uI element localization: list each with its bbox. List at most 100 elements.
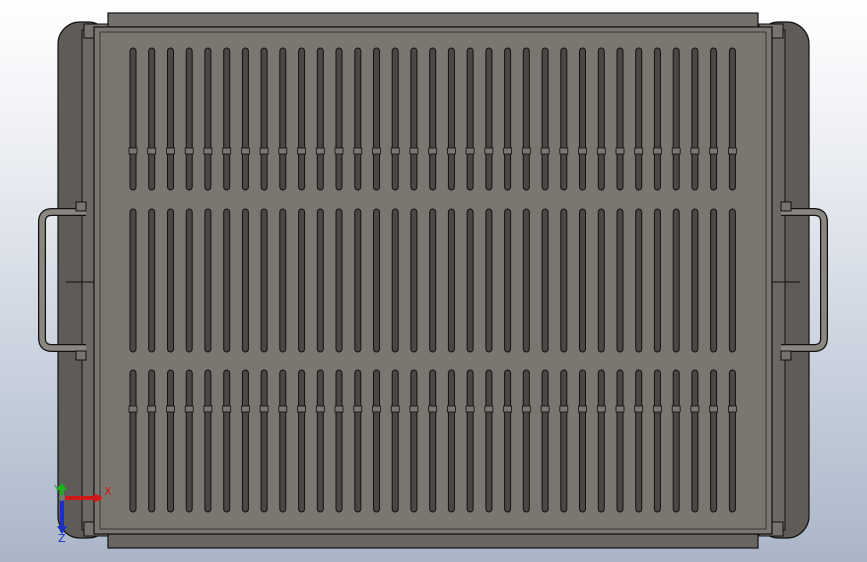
slot-seam (728, 405, 737, 413)
slot-seam (166, 405, 175, 413)
tray-bottom-rim (107, 533, 759, 549)
slot (429, 369, 437, 513)
slot (185, 369, 193, 513)
slot (429, 47, 437, 191)
slot-seam (521, 147, 531, 155)
slot (260, 47, 268, 191)
slot-seam (428, 147, 438, 155)
slot (185, 47, 193, 191)
slot-seam (446, 147, 456, 155)
slot-seam (596, 147, 606, 155)
slot-seam (465, 147, 475, 155)
slot-seam (653, 147, 662, 155)
slot (129, 208, 137, 353)
slot (335, 369, 343, 513)
slot (204, 47, 212, 191)
slot-seam (428, 405, 438, 413)
slot-seam (578, 405, 587, 413)
slot (410, 208, 418, 353)
slot-seam (147, 147, 157, 155)
slot (167, 208, 174, 353)
slot-seam (709, 147, 718, 155)
slot (504, 208, 512, 353)
slot (522, 369, 530, 513)
slot (504, 47, 512, 191)
slot-seam (521, 405, 531, 413)
slot (728, 208, 736, 353)
y-axis-label: Y (54, 483, 61, 496)
slot (466, 369, 474, 513)
slot (298, 369, 306, 513)
slot-seam (671, 405, 681, 413)
slot-seam (184, 147, 194, 155)
slot (391, 369, 399, 513)
slot-seam (334, 147, 344, 155)
slot-seam (240, 147, 250, 155)
slot (260, 208, 268, 353)
slot (316, 47, 324, 191)
slot (597, 208, 605, 353)
slot (710, 369, 718, 513)
slot (260, 369, 268, 513)
slot (616, 208, 624, 353)
slot (279, 208, 287, 353)
slot-seam (315, 147, 325, 155)
coordinate-triad: X Y Z (50, 482, 120, 547)
slot-seam (484, 405, 494, 413)
slot (129, 47, 137, 191)
slot-seam (128, 147, 138, 155)
slot (579, 208, 586, 353)
slot-seam (709, 405, 718, 413)
slot-seam (615, 147, 625, 155)
slot (728, 47, 736, 191)
slot-seam (240, 405, 250, 413)
slot (672, 208, 680, 353)
slot (691, 47, 699, 191)
slot-seam (634, 405, 644, 413)
slot (710, 208, 718, 353)
slot (466, 208, 474, 353)
slot (522, 47, 530, 191)
slot (298, 208, 306, 353)
slot-seam (259, 405, 269, 413)
slot-seam (503, 405, 513, 413)
slot (354, 47, 362, 191)
slot (223, 369, 231, 513)
slot-seam (503, 147, 513, 155)
slot (616, 369, 624, 513)
z-axis-label: Z (58, 532, 66, 545)
slot-seam (615, 405, 625, 413)
slot (560, 369, 568, 513)
slot-seam (484, 147, 494, 155)
slot-seam (222, 147, 232, 155)
slot (354, 369, 362, 513)
slot (653, 47, 661, 191)
tray-model[interactable] (0, 0, 867, 562)
slot (466, 47, 474, 191)
slot-seam (540, 147, 550, 155)
slot (635, 47, 643, 191)
slot (148, 47, 156, 191)
slot-seam (166, 147, 175, 155)
slot (691, 369, 699, 513)
cad-viewport[interactable]: X Y Z (0, 0, 867, 562)
slot-seam (372, 147, 381, 155)
slot (429, 208, 437, 353)
slot (410, 47, 418, 191)
slot (447, 208, 455, 353)
x-axis-label: X (104, 485, 112, 498)
slot-seam (259, 147, 269, 155)
slot (635, 208, 643, 353)
slot-seam (596, 405, 606, 413)
slot (316, 208, 324, 353)
slot-seam (390, 405, 400, 413)
slot (522, 208, 530, 353)
slot-seam (147, 405, 157, 413)
slot (504, 369, 512, 513)
slot (541, 47, 549, 191)
slot (373, 47, 380, 191)
slot (204, 369, 212, 513)
slot-seam (297, 405, 307, 413)
slot-seam (372, 405, 381, 413)
slot (354, 208, 362, 353)
